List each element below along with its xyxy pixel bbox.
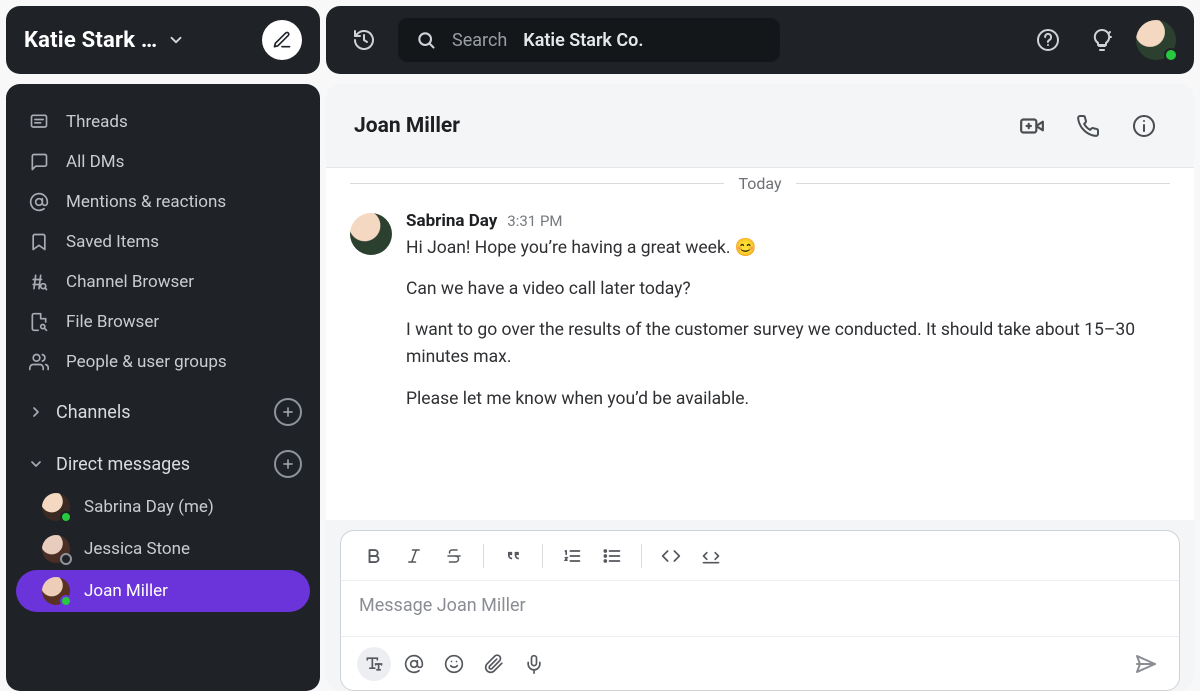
sidebar-item-label: Channel Browser [66,272,194,292]
format-toolbar [341,531,1179,581]
avatar [42,577,70,605]
conversation-header: Joan Miller [326,84,1194,168]
compose-button[interactable] [262,20,302,60]
at-sign-icon [28,192,50,212]
message-input[interactable]: Message Joan Miller [341,581,1179,636]
sidebar-item-threads[interactable]: Threads [6,102,320,142]
help-button[interactable] [1028,20,1068,60]
sidebar-item-people[interactable]: People & user groups [6,342,320,382]
history-button[interactable] [344,20,384,60]
search-input[interactable]: Search Katie Stark Co. [398,18,780,62]
conversation-panel: Joan Miller Today Sabrina Day [326,84,1194,691]
dm-item-sabrina-day[interactable]: Sabrina Day (me) [16,486,310,528]
tips-button[interactable] [1082,20,1122,60]
sidebar-item-file-browser[interactable]: File Browser [6,302,320,342]
date-divider: Today [350,174,1170,193]
dm-item-joan-miller[interactable]: Joan Miller [16,570,310,612]
message-line: Hi Joan! Hope you’re having a great week… [406,235,1170,262]
bookmark-icon [28,232,50,252]
section-title: Direct messages [56,454,264,475]
add-video-button[interactable] [1010,104,1054,148]
audio-button[interactable] [517,647,551,681]
sidebar-item-mentions[interactable]: Mentions & reactions [6,182,320,222]
format-toggle-button[interactable] [357,647,391,681]
search-label: Search [452,30,507,51]
chevron-down-icon [167,31,185,49]
search-scope: Katie Stark Co. [523,30,643,51]
presence-online-icon [1164,48,1178,62]
bullet-list-button[interactable] [595,539,629,573]
info-button[interactable] [1122,104,1166,148]
composer-actions [341,636,1179,690]
dm-name: Jessica Stone [84,539,190,559]
strikethrough-button[interactable] [437,539,471,573]
toolbar-divider [542,544,543,568]
dm-item-jessica-stone[interactable]: Jessica Stone [16,528,310,570]
threads-icon [28,112,50,132]
composer-area: Message Joan Miller [326,520,1194,691]
sidebar-item-all-dms[interactable]: All DMs [6,142,320,182]
sidebar-item-label: Threads [66,112,128,132]
chevron-down-icon [28,456,46,472]
section-title: Channels [56,402,264,423]
avatar [42,535,70,563]
topbar: Search Katie Stark Co. [326,6,1194,74]
mention-button[interactable] [397,647,431,681]
ordered-list-button[interactable] [555,539,589,573]
search-icon [416,30,436,50]
sidebar-item-label: Saved Items [66,232,159,252]
hash-search-icon [28,272,50,292]
dm-icon [28,152,50,172]
italic-button[interactable] [397,539,431,573]
composer: Message Joan Miller [340,530,1180,691]
current-user-avatar[interactable] [1136,20,1176,60]
channels-section-header[interactable]: Channels [6,382,320,434]
message-line: Please let me know when you’d be availab… [406,386,1170,413]
people-icon [28,352,50,372]
message-time: 3:31 PM [507,212,562,230]
presence-online-icon [60,511,72,523]
workspace-switcher[interactable]: Katie Stark … [6,6,320,74]
message-author: Sabrina Day [406,211,497,231]
presence-offline-icon [60,553,72,565]
emoji-button[interactable] [437,647,471,681]
sidebar-item-label: File Browser [66,312,159,332]
avatar [350,213,392,255]
message-list[interactable]: Today Sabrina Day 3:31 PM Hi Joan! Hope … [326,168,1194,520]
dms-section-header[interactable]: Direct messages [6,434,320,486]
attach-button[interactable] [477,647,511,681]
presence-online-icon [60,595,72,607]
sidebar-item-label: All DMs [66,152,124,172]
message-line: I want to go over the results of the cus… [406,317,1170,371]
conversation-title: Joan Miller [354,114,460,138]
chevron-right-icon [28,404,46,420]
bold-button[interactable] [357,539,391,573]
code-block-button[interactable] [694,539,728,573]
dm-name: Sabrina Day (me) [84,497,214,517]
sidebar-item-label: People & user groups [66,352,227,372]
message: Sabrina Day 3:31 PM Hi Joan! Hope you’re… [350,211,1170,419]
message-line: Can we have a video call later today? [406,276,1170,303]
sidebar-item-label: Mentions & reactions [66,192,226,212]
avatar [42,493,70,521]
date-label: Today [738,174,781,193]
file-search-icon [28,312,50,332]
sidebar: Threads All DMs Mentions & reactions Sav… [6,84,320,691]
dm-name: Joan Miller [84,581,168,601]
sidebar-item-channel-browser[interactable]: Channel Browser [6,262,320,302]
code-button[interactable] [654,539,688,573]
toolbar-divider [483,544,484,568]
add-channel-button[interactable] [274,398,302,426]
toolbar-divider [641,544,642,568]
quote-button[interactable] [496,539,530,573]
workspace-name: Katie Stark … [24,28,157,53]
call-button[interactable] [1066,104,1110,148]
sidebar-item-saved[interactable]: Saved Items [6,222,320,262]
send-button[interactable] [1129,647,1163,681]
add-dm-button[interactable] [274,450,302,478]
